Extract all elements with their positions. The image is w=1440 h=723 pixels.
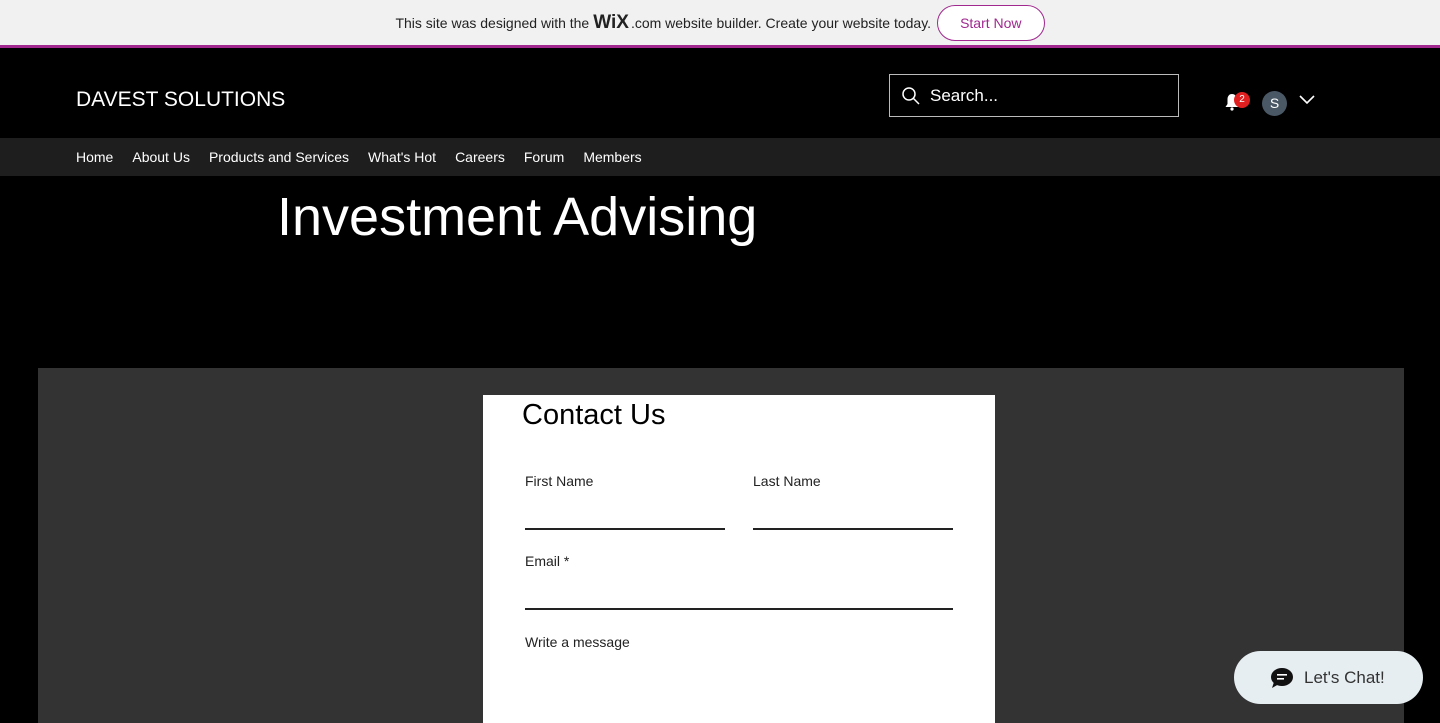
chevron-down-icon[interactable] — [1299, 95, 1315, 105]
nav-about-us[interactable]: About Us — [132, 149, 190, 165]
search-icon — [902, 86, 920, 105]
message-label: Write a message — [525, 634, 630, 650]
nav-forum[interactable]: Forum — [524, 149, 564, 165]
wix-banner: This site was designed with the WiX .com… — [0, 0, 1440, 48]
page-title: Investment Advising — [277, 187, 758, 247]
avatar[interactable]: S — [1262, 91, 1287, 116]
email-label: Email * — [525, 553, 570, 569]
chat-icon — [1271, 667, 1293, 688]
chat-label: Let's Chat! — [1304, 667, 1385, 687]
main-nav: Home About Us Products and Services What… — [0, 138, 1440, 176]
nav-products-services[interactable]: Products and Services — [209, 149, 349, 165]
last-name-field[interactable] — [753, 528, 953, 530]
first-name-field[interactable] — [525, 528, 725, 530]
nav-home[interactable]: Home — [76, 149, 113, 165]
search-placeholder: Search... — [930, 85, 999, 105]
chat-button[interactable]: Let's Chat! — [1234, 651, 1423, 704]
search-input[interactable]: Search... — [889, 74, 1179, 117]
notification-badge: 2 — [1234, 92, 1250, 108]
banner-text-2: .com website builder. Create your websit… — [630, 14, 932, 31]
site-logo[interactable]: DAVEST SOLUTIONS — [76, 88, 285, 112]
nav-careers[interactable]: Careers — [455, 149, 505, 165]
form-title: Contact Us — [522, 399, 666, 431]
first-name-label: First Name — [525, 473, 594, 489]
start-now-button[interactable]: Start Now — [937, 4, 1045, 41]
wix-logo: WiX — [593, 11, 629, 33]
last-name-label: Last Name — [753, 473, 821, 489]
banner-text: This site was designed with the — [395, 14, 590, 31]
nav-whats-hot[interactable]: What's Hot — [368, 149, 436, 165]
site-header: DAVEST SOLUTIONS Search... 2 S — [0, 48, 1440, 138]
email-field[interactable] — [525, 608, 953, 610]
nav-members[interactable]: Members — [583, 149, 641, 165]
contact-form: Contact Us First Name Last Name Email * … — [483, 395, 995, 723]
